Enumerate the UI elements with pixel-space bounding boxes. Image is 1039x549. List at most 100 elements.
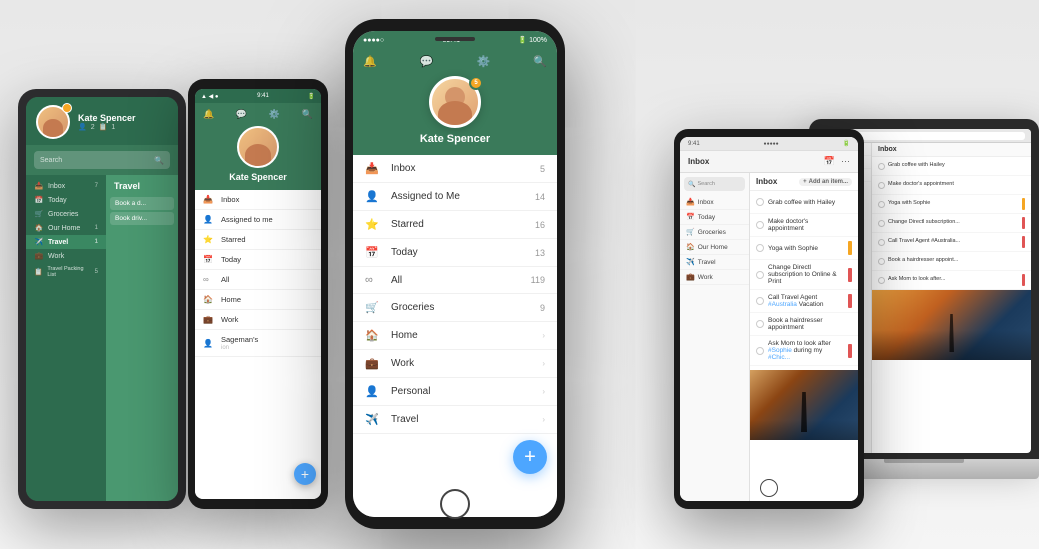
task-checkbox[interactable] xyxy=(878,277,885,284)
list-item-work[interactable]: 💼 Work › xyxy=(353,350,557,378)
signal-icon: ▲ ◀ ● xyxy=(201,93,219,100)
chat-icon[interactable]: 💬 xyxy=(236,109,247,120)
city-image xyxy=(750,370,858,440)
star-icon: ⭐ xyxy=(203,235,215,244)
task-row[interactable]: Grab coffee with Hailey xyxy=(750,191,858,214)
task-row[interactable]: Call Travel Agent #Australia... xyxy=(872,233,1031,252)
travel-icon: ✈️ xyxy=(34,238,44,246)
task-checkbox[interactable] xyxy=(756,297,764,305)
add-item-button[interactable]: + Add an item... xyxy=(799,178,852,186)
sidebar-item-groceries[interactable]: 🛒 Groceries xyxy=(26,207,106,221)
ipad-toolbar: Inbox 📅 ⋯ xyxy=(680,151,858,173)
sidebar-item-travel[interactable]: ✈️ Travel 1 xyxy=(26,235,106,249)
list-item-personal[interactable]: 👤 Personal › xyxy=(353,378,557,406)
task-checkbox[interactable] xyxy=(878,239,885,246)
list-item-assigned[interactable]: 👤 Assigned to me xyxy=(195,210,321,230)
sidebar-item-home[interactable]: 🏠 Our Home xyxy=(680,240,749,255)
list-item-all[interactable]: ∞ All xyxy=(195,270,321,290)
tablet-header: Kate Spencer 👤2 📋1 xyxy=(26,97,178,145)
sidebar-item-inbox[interactable]: 📥 Inbox xyxy=(680,195,749,210)
sidebar-item-inbox[interactable]: 📥 Inbox 7 xyxy=(26,179,106,193)
list-item-inbox[interactable]: 📥 Inbox 5 xyxy=(353,155,557,183)
list-item-inbox[interactable]: 📥 Inbox xyxy=(195,190,321,210)
more-icon[interactable]: ⋯ xyxy=(841,156,850,167)
list-item-all[interactable]: ∞ All 119 xyxy=(353,267,557,294)
list-item-work[interactable]: 💼 Work xyxy=(195,310,321,330)
content-title: Travel xyxy=(110,179,174,193)
task-checkbox[interactable] xyxy=(756,347,764,355)
sidebar-item-ourhome[interactable]: 🏠 Our Home 1 xyxy=(26,221,106,235)
search-icon[interactable]: 🔍 xyxy=(533,55,547,68)
task-row[interactable]: Yoga with Sophie xyxy=(872,195,1031,214)
task-checkbox[interactable] xyxy=(756,320,764,328)
task-checkbox[interactable] xyxy=(878,182,885,189)
bell-icon[interactable]: 🔔 xyxy=(363,55,377,68)
main-iphone-device: ●●●●○ 09:41 🔋 100% 🔔 💬 ⚙️ 🔍 5 Kate Spenc… xyxy=(345,19,565,529)
task-flag xyxy=(848,268,852,282)
android-status-bar: ▲ ◀ ● 9:41 🔋 xyxy=(195,89,321,103)
task-checkbox[interactable] xyxy=(756,271,764,279)
task-row[interactable]: Yoga with Sophie xyxy=(750,237,858,260)
sidebar-item-work[interactable]: 💼 Work xyxy=(680,270,749,285)
list-item-today[interactable]: 📅 Today xyxy=(195,250,321,270)
avatar-badge: 5 xyxy=(469,76,483,90)
list-item-starred[interactable]: ⭐ Starred 16 xyxy=(353,211,557,239)
ipad-body: 🔍 Search 📥 Inbox 📅 Today 🛒 Groceries xyxy=(680,173,858,501)
task-checkbox[interactable] xyxy=(878,258,885,265)
settings-icon[interactable]: ⚙️ xyxy=(477,55,491,68)
today-icon: 📅 xyxy=(203,255,215,264)
task-checkbox[interactable] xyxy=(878,220,885,227)
list-item-groceries[interactable]: 🛒 Groceries 9 xyxy=(353,294,557,322)
task-checkbox[interactable] xyxy=(756,244,764,252)
list-item-sagemans[interactable]: 👤 Sageman's ion xyxy=(195,330,321,357)
calendar-icon[interactable]: 📅 xyxy=(824,156,835,167)
task-row[interactable]: Book a hairdresser appointment xyxy=(750,313,858,336)
list-item[interactable]: Book a d... xyxy=(110,197,174,210)
home-button[interactable] xyxy=(440,489,470,519)
task-checkbox[interactable] xyxy=(878,201,885,208)
task-row[interactable]: Make doctor's appointment xyxy=(750,214,858,237)
inbox-icon: 📥 xyxy=(34,182,44,190)
fab-button[interactable]: + xyxy=(513,440,547,474)
sidebar-item-today[interactable]: 📅 Today xyxy=(680,210,749,225)
list-item[interactable]: Book driv... xyxy=(110,212,174,225)
ipad-search[interactable]: 🔍 Search xyxy=(684,177,745,191)
home-button[interactable] xyxy=(760,479,778,497)
speaker xyxy=(435,37,475,41)
list-item-assigned[interactable]: 👤 Assigned to Me 14 xyxy=(353,183,557,211)
list-item-today[interactable]: 📅 Today 13 xyxy=(353,239,557,267)
task-row[interactable]: Change Directl subscription to Online & … xyxy=(750,260,858,290)
personal-icon: 👤 xyxy=(365,385,383,398)
tablet-search[interactable]: Search 🔍 xyxy=(34,151,170,169)
star-icon: ⭐ xyxy=(365,218,383,231)
chat-icon[interactable]: 💬 xyxy=(420,55,434,68)
sidebar-item-travel[interactable]: ✈️ Travel xyxy=(680,255,749,270)
search-icon[interactable]: 🔍 xyxy=(302,109,313,120)
home-icon: 🏠 xyxy=(686,243,695,251)
sidebar-item-packing[interactable]: 📋 Travel Packing List 5 xyxy=(26,263,106,281)
fab-button[interactable]: + xyxy=(294,463,316,485)
sidebar-item-groceries[interactable]: 🛒 Groceries xyxy=(680,225,749,240)
ipad-content: Inbox + Add an item... Grab coffee with … xyxy=(750,173,858,501)
list-item-home[interactable]: 🏠 Home xyxy=(195,290,321,310)
settings-icon[interactable]: ⚙️ xyxy=(269,109,280,120)
sagemans-icon: 👤 xyxy=(203,339,215,348)
task-row[interactable]: Ask Mom to look after #Sophie during my … xyxy=(750,336,858,366)
sidebar-item-work[interactable]: 💼 Work xyxy=(26,249,106,263)
list-item-starred[interactable]: ⭐ Starred xyxy=(195,230,321,250)
task-row[interactable]: Grab coffee with Hailey xyxy=(872,157,1031,176)
task-checkbox[interactable] xyxy=(756,221,764,229)
sidebar-item-today[interactable]: 📅 Today xyxy=(26,193,106,207)
task-checkbox[interactable] xyxy=(878,163,885,170)
list-item-travel[interactable]: ✈️ Travel › xyxy=(353,406,557,434)
bell-icon[interactable]: 🔔 xyxy=(203,109,214,120)
list-item-home[interactable]: 🏠 Home › xyxy=(353,322,557,350)
task-checkbox[interactable] xyxy=(756,198,764,206)
all-icon: ∞ xyxy=(365,274,383,286)
url-bar[interactable] xyxy=(854,132,1025,140)
task-row[interactable]: Call Travel Agent #Australia Vacation xyxy=(750,290,858,313)
task-row[interactable]: Book a hairdresser appoint... xyxy=(872,252,1031,271)
task-row[interactable]: Ask Mom to look after... xyxy=(872,271,1031,290)
task-row[interactable]: Make doctor's appointment xyxy=(872,176,1031,195)
task-row[interactable]: Change Directl subscription... xyxy=(872,214,1031,233)
